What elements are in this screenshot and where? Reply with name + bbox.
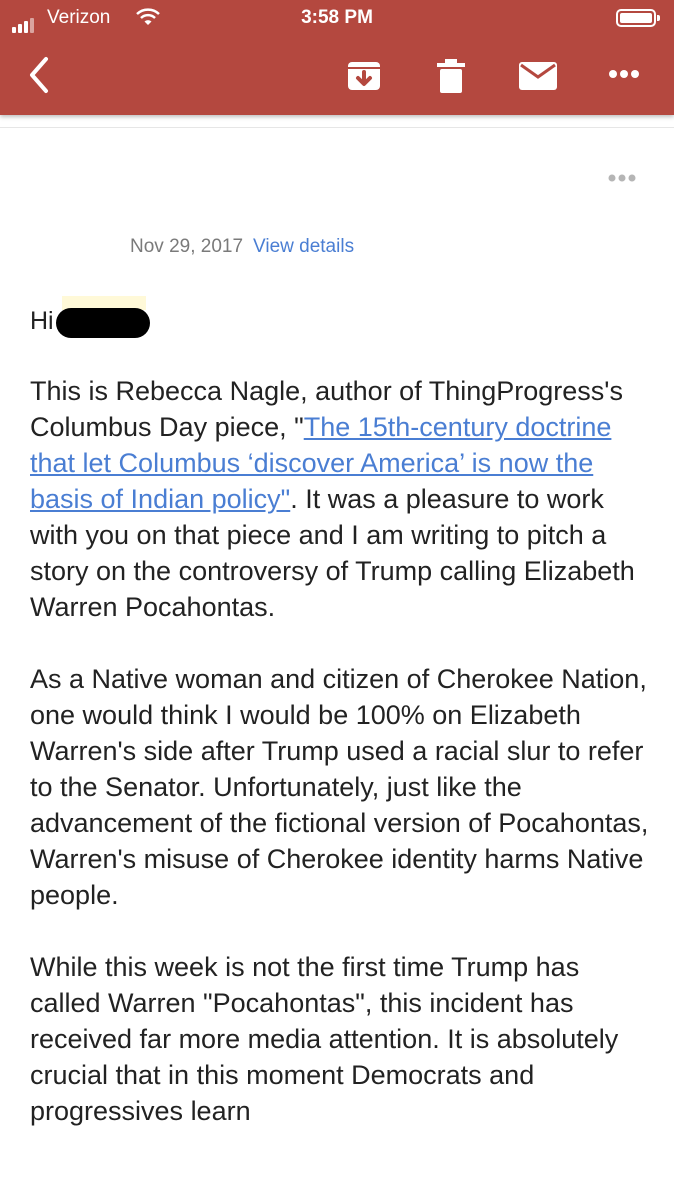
more-dots-icon <box>609 70 639 78</box>
clock: 3:58 PM <box>301 7 373 28</box>
message-body: This is Rebecca Nagle, author of ThingPr… <box>30 373 650 1165</box>
back-arrow-icon <box>30 57 48 93</box>
battery-icon <box>616 9 660 27</box>
header-divider <box>0 127 674 128</box>
paragraph-1: This is Rebecca Nagle, author of ThingPr… <box>30 373 650 625</box>
greeting-line: Hi <box>30 306 150 338</box>
delete-button[interactable] <box>436 58 466 94</box>
message-date: Nov 29, 2017 <box>130 236 244 257</box>
mark-unread-button[interactable] <box>518 61 558 91</box>
back-button[interactable] <box>24 55 60 95</box>
archive-button[interactable] <box>346 58 382 94</box>
message-meta: Nov 29, 2017 View details <box>130 236 354 258</box>
message-more-button[interactable] <box>604 170 640 186</box>
greeting-text: Hi <box>30 306 54 335</box>
status-bar: Verizon 3:58 PM <box>0 0 674 38</box>
archive-icon <box>348 62 380 90</box>
mail-icon <box>519 62 557 90</box>
more-dots-icon <box>608 174 636 182</box>
app-bar: Verizon 3:58 PM <box>0 0 674 115</box>
more-options-button[interactable] <box>604 64 644 84</box>
view-details-link[interactable]: View details <box>253 236 354 257</box>
redacted-name <box>55 308 150 338</box>
trash-icon <box>437 59 465 93</box>
paragraph-3: While this week is not the first time Tr… <box>30 952 619 1126</box>
paragraph-2: As a Native woman and citizen of Cheroke… <box>30 664 649 910</box>
